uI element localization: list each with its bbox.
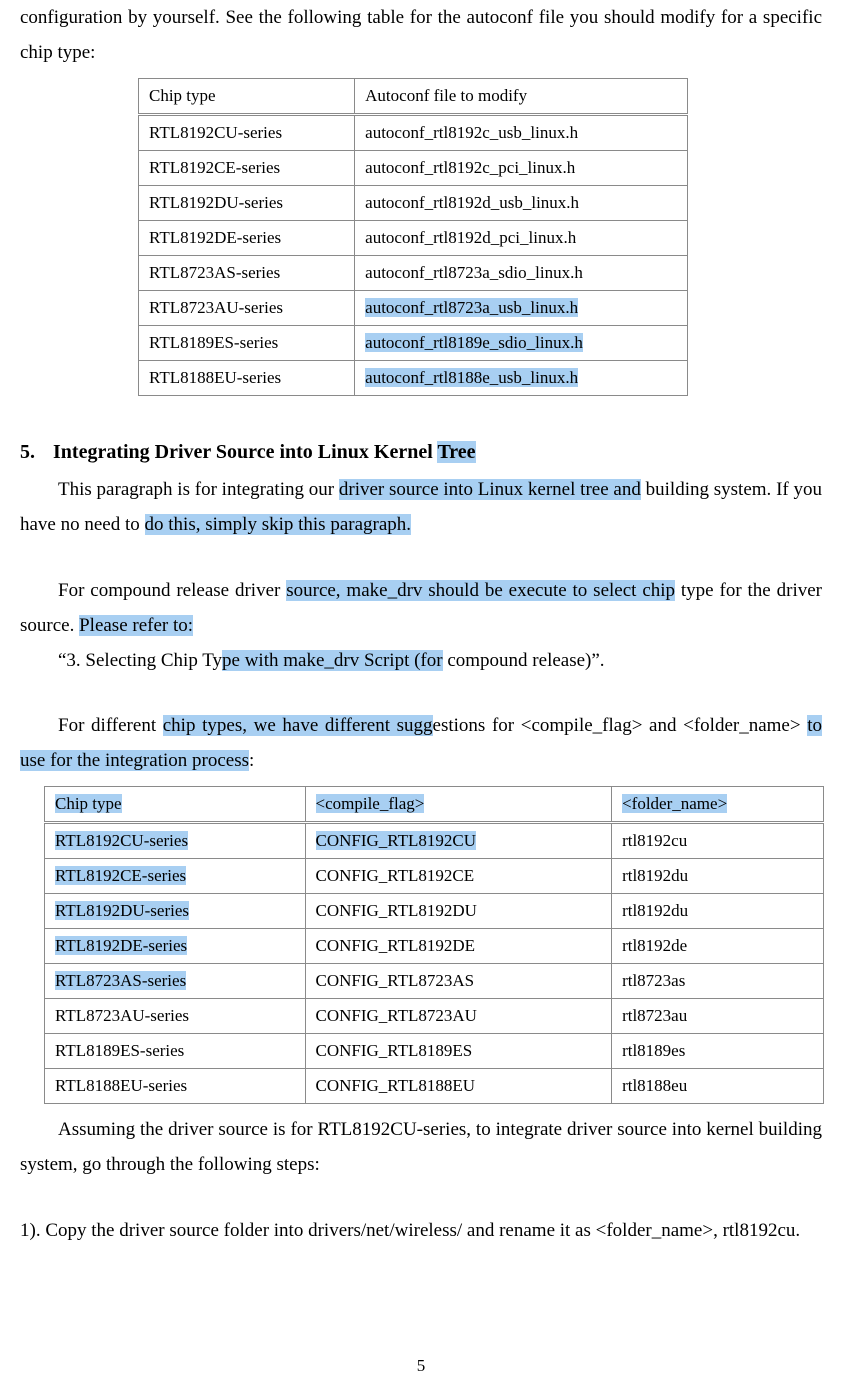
table-row: RTL8192DE-seriesautoconf_rtl8192d_pci_li… (139, 221, 688, 256)
table-row: RTL8188EU-seriesCONFIG_RTL8188EUrtl8188e… (45, 1069, 824, 1104)
table-row: RTL8192CE-seriesautoconf_rtl8192c_pci_li… (139, 151, 688, 186)
col-chip-type: Chip type (139, 79, 355, 115)
section-5-p3: For different chip types, we have differ… (20, 708, 822, 778)
table-row: RTL8192DU-seriesautoconf_rtl8192d_usb_li… (139, 186, 688, 221)
col-compile-flag: <compile_flag> (305, 787, 612, 823)
table-row: RTL8189ES-seriesautoconf_rtl8189e_sdio_l… (139, 326, 688, 361)
section-5-heading: 5. Integrating Driver Source into Linux K… (20, 441, 822, 464)
table-row: RTL8723AU-seriesCONFIG_RTL8723AUrtl8723a… (45, 999, 824, 1034)
section-5-p2: For compound release driver source, make… (20, 573, 822, 643)
page-number: 5 (0, 1356, 842, 1376)
section-number: 5. (20, 441, 35, 464)
col-autoconf-file: Autoconf file to modify (355, 79, 688, 115)
flags-table: Chip type <compile_flag> <folder_name> R… (44, 786, 824, 1104)
table-row: RTL8723AS-seriesCONFIG_RTL8723ASrtl8723a… (45, 964, 824, 999)
table-row: RTL8723AU-seriesautoconf_rtl8723a_usb_li… (139, 291, 688, 326)
table-row: RTL8189ES-seriesCONFIG_RTL8189ESrtl8189e… (45, 1034, 824, 1069)
table-row: RTL8192CU-seriesautoconf_rtl8192c_usb_li… (139, 115, 688, 151)
autoconf-table: Chip type Autoconf file to modify RTL819… (138, 78, 688, 396)
step-1: 1). Copy the driver source folder into d… (20, 1213, 822, 1248)
table-row: RTL8188EU-seriesautoconf_rtl8188e_usb_li… (139, 361, 688, 396)
table-row: RTL8192DU-seriesCONFIG_RTL8192DUrtl8192d… (45, 894, 824, 929)
intro-paragraph: configuration by yourself. See the follo… (20, 0, 822, 70)
table-row: RTL8192CU-seriesCONFIG_RTL8192CUrtl8192c… (45, 823, 824, 859)
table-header-row: Chip type Autoconf file to modify (139, 79, 688, 115)
table-row: RTL8192DE-seriesCONFIG_RTL8192DErtl8192d… (45, 929, 824, 964)
section-5-p2b: “3. Selecting Chip Type with make_drv Sc… (20, 643, 822, 678)
page: configuration by yourself. See the follo… (0, 0, 842, 1396)
table-row: RTL8723AS-seriesautoconf_rtl8723a_sdio_l… (139, 256, 688, 291)
col-folder-name: <folder_name> (612, 787, 824, 823)
table-row: RTL8192CE-seriesCONFIG_RTL8192CErtl8192d… (45, 859, 824, 894)
section-title: Integrating Driver Source into Linux Ker… (53, 441, 476, 463)
after-table-p1: Assuming the driver source is for RTL819… (20, 1112, 822, 1182)
table-header-row: Chip type <compile_flag> <folder_name> (45, 787, 824, 823)
section-5-p1: This paragraph is for integrating our dr… (20, 472, 822, 542)
col-chip-type: Chip type (45, 787, 306, 823)
